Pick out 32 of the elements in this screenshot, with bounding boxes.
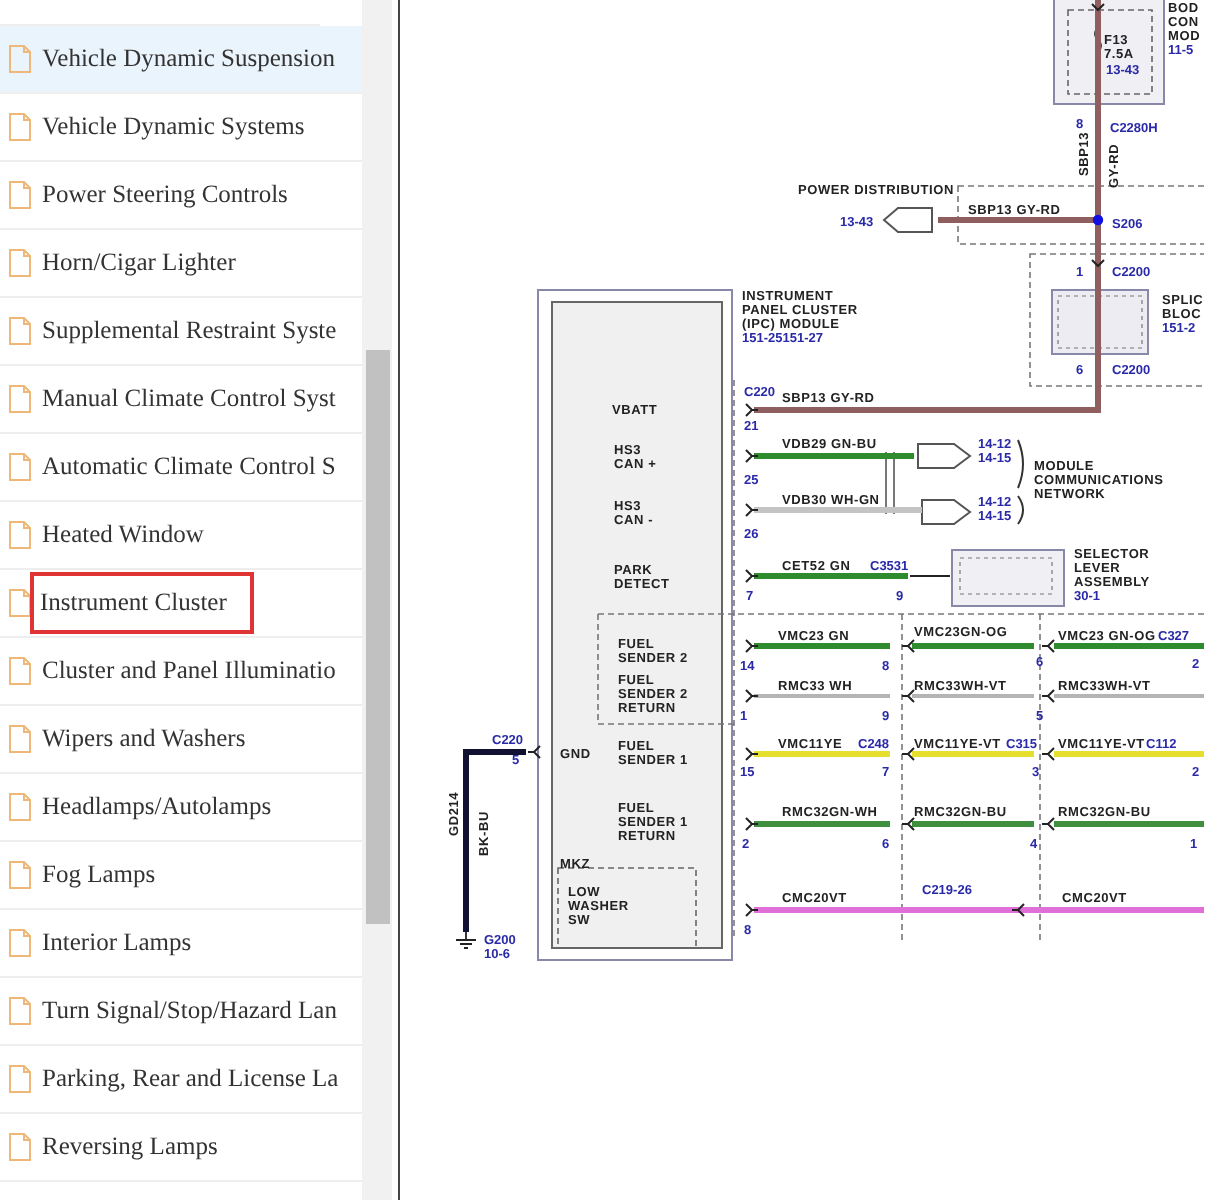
twist-icon [885, 451, 895, 515]
file-icon [8, 860, 32, 890]
connector-icon [921, 499, 972, 525]
file-icon [8, 996, 32, 1026]
file-icon [8, 656, 32, 686]
bracket-icon [1017, 439, 1024, 525]
file-icon [8, 928, 32, 958]
file-icon [8, 112, 32, 142]
file-icon [8, 792, 32, 822]
file-icon [8, 384, 32, 414]
scrollbar-thumb[interactable] [366, 350, 390, 924]
selector-lever-box [951, 549, 1065, 607]
connector-icon [882, 207, 933, 233]
file-icon [8, 1064, 32, 1094]
file-icon [8, 588, 32, 618]
file-icon [8, 180, 32, 210]
sidebar-item[interactable]: Vehicle Dynamic Suspension [0, 26, 362, 94]
scrollbar[interactable] [362, 0, 392, 1200]
splice-dot [1092, 214, 1104, 226]
file-icon [8, 316, 32, 346]
module-box [1053, 0, 1165, 105]
fuse-icon [1094, 27, 1102, 53]
ground-icon [455, 931, 477, 949]
file-icon [8, 248, 32, 278]
dashed-outline [557, 867, 697, 949]
connector-icon [917, 443, 972, 469]
file-icon [8, 452, 32, 482]
file-icon [8, 724, 32, 754]
file-icon [8, 520, 32, 550]
file-icon [8, 44, 32, 74]
file-icon [8, 1132, 32, 1162]
lead-wire [909, 575, 951, 577]
